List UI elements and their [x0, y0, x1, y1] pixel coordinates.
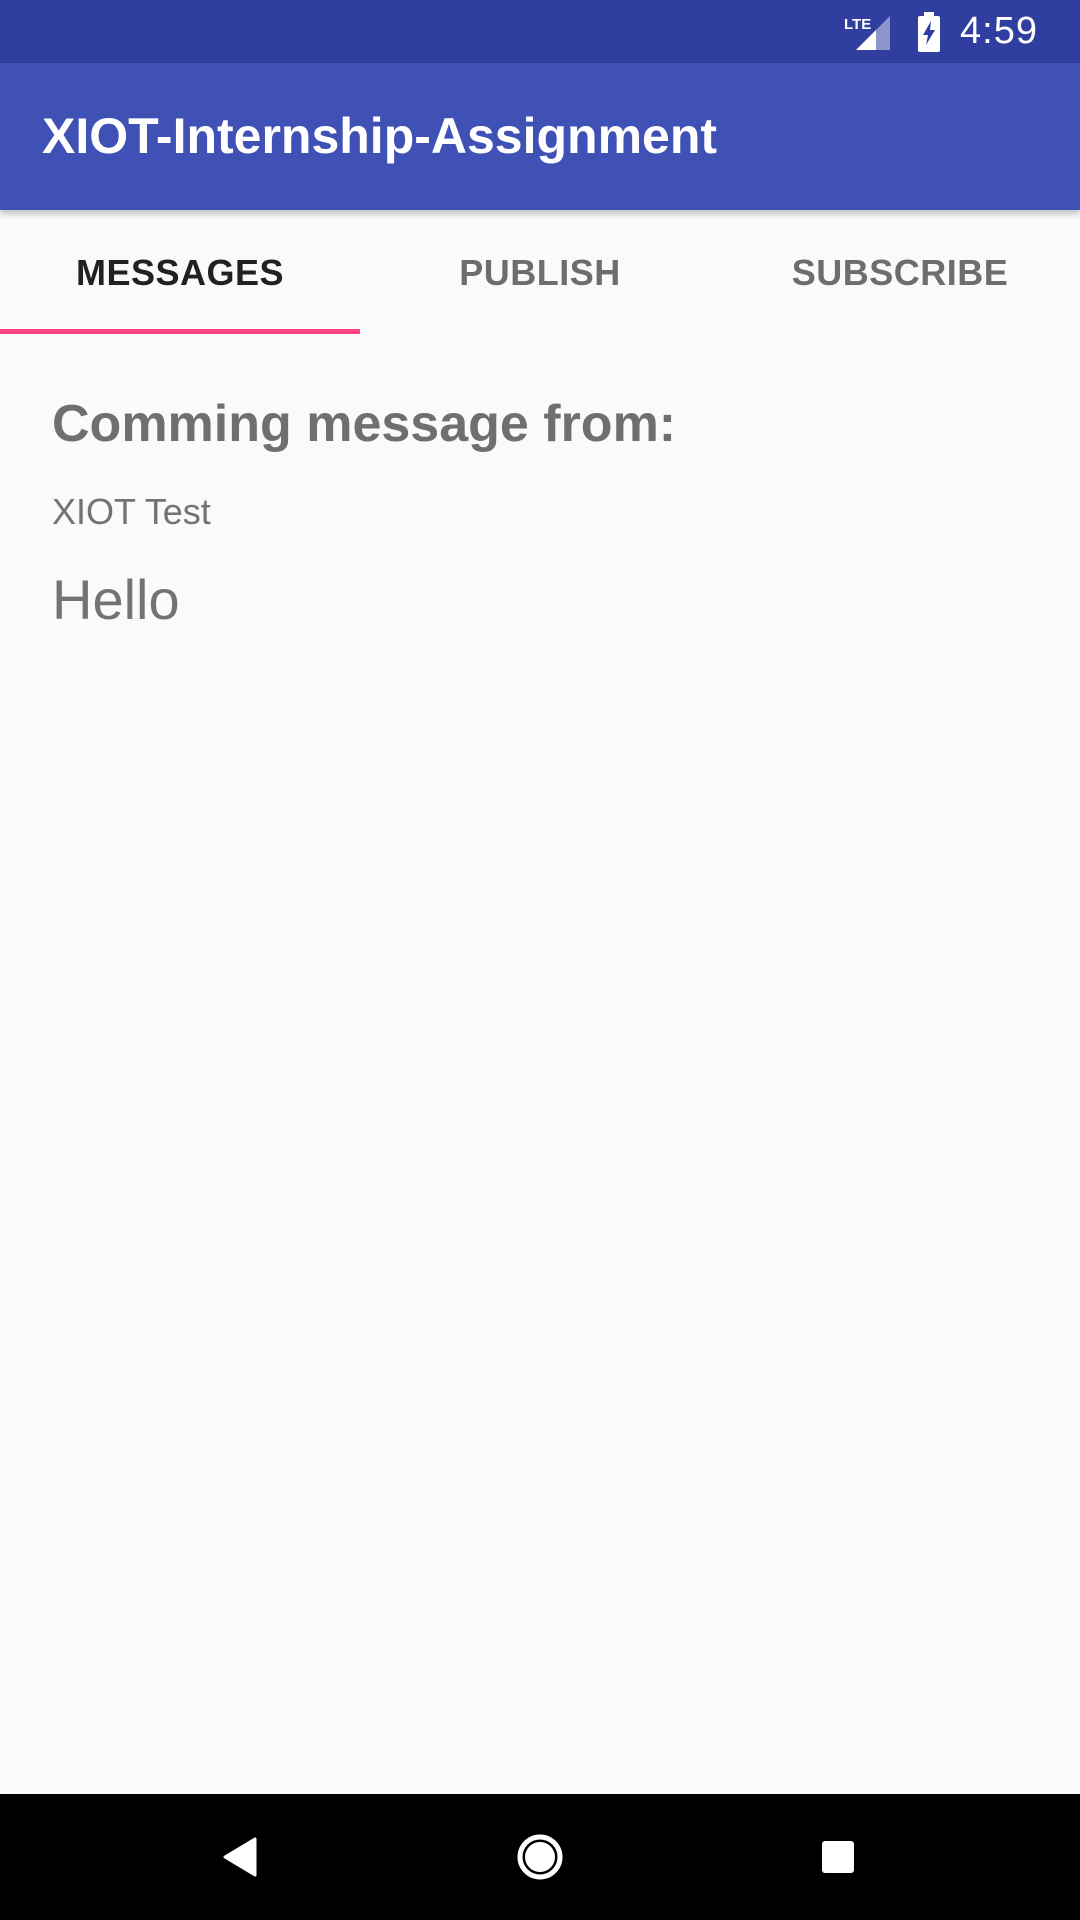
app-title: XIOT-Internship-Assignment — [42, 108, 718, 164]
lte-signal-icon: LTE — [844, 15, 891, 50]
navigation-bar — [0, 1794, 1080, 1920]
tab-bar: MESSAGES PUBLISH SUBSCRIBE — [0, 210, 1080, 336]
home-icon — [517, 1834, 563, 1880]
message-topic: XIOT Test — [52, 491, 211, 532]
tab-messages[interactable]: MESSAGES — [0, 210, 360, 336]
recents-icon — [822, 1841, 854, 1873]
battery-charging-icon — [918, 11, 941, 52]
message-heading: Comming message from: — [52, 395, 677, 453]
home-button[interactable] — [477, 1794, 603, 1920]
recents-button[interactable] — [775, 1794, 901, 1920]
message-text: Hello — [52, 568, 180, 631]
status-bar: LTE 4:59 — [0, 0, 1080, 63]
tab-publish[interactable]: PUBLISH — [360, 210, 720, 336]
status-icons: LTE 4:59 — [844, 0, 1080, 63]
back-icon — [223, 1837, 257, 1877]
network-label: LTE — [844, 16, 871, 33]
tab-subscribe[interactable]: SUBSCRIBE — [720, 210, 1080, 336]
back-button[interactable] — [178, 1794, 304, 1920]
status-time: 4:59 — [960, 10, 1038, 52]
app-bar: XIOT-Internship-Assignment — [0, 63, 1080, 210]
tab-indicator — [0, 329, 360, 334]
